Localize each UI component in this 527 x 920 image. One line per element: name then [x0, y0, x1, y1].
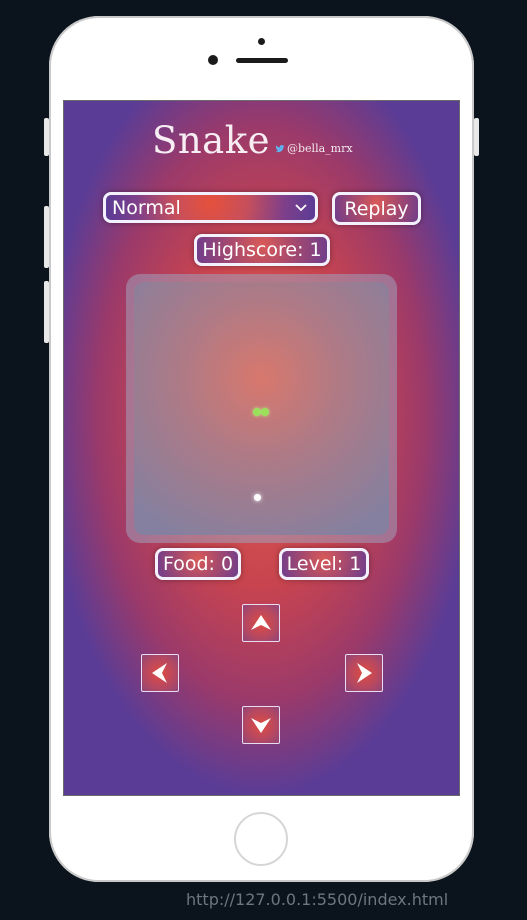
down-button[interactable]: [242, 706, 280, 744]
up-button[interactable]: [242, 604, 280, 642]
arrow-up-icon: [251, 615, 271, 630]
arrow-left-icon: [152, 663, 167, 683]
front-camera: [208, 55, 218, 65]
replay-button[interactable]: Replay: [332, 192, 421, 225]
left-button[interactable]: [141, 654, 179, 692]
game-board-frame: [126, 274, 397, 543]
food-counter: Food: 0: [155, 548, 241, 580]
level-counter: Level: 1: [279, 548, 369, 580]
arrow-down-icon: [251, 718, 271, 733]
twitter-icon: [275, 144, 285, 152]
game-board[interactable]: [134, 282, 389, 535]
snake-head: [261, 408, 269, 416]
difficulty-select[interactable]: Normal: [103, 192, 318, 223]
proximity-sensor: [258, 38, 265, 45]
highscore-badge: Highscore: 1: [194, 234, 330, 266]
status-url: http://127.0.0.1:5500/index.html: [186, 890, 449, 909]
power-button: [474, 118, 479, 156]
arrow-right-icon: [357, 663, 372, 683]
earpiece-speaker: [236, 58, 288, 63]
game-screen: Snake @bella_mrx Normal Replay Highscore…: [63, 100, 460, 796]
right-button[interactable]: [345, 654, 383, 692]
home-button[interactable]: [234, 812, 288, 866]
food-pellet: [254, 494, 261, 501]
game-title: Snake: [152, 119, 271, 162]
author-handle-text: @bella_mrx: [287, 142, 353, 155]
author-handle[interactable]: @bella_mrx: [275, 142, 353, 155]
difficulty-selected-value: Normal: [112, 196, 181, 219]
chevron-down-icon: [295, 203, 307, 211]
snake-segment: [253, 408, 261, 416]
